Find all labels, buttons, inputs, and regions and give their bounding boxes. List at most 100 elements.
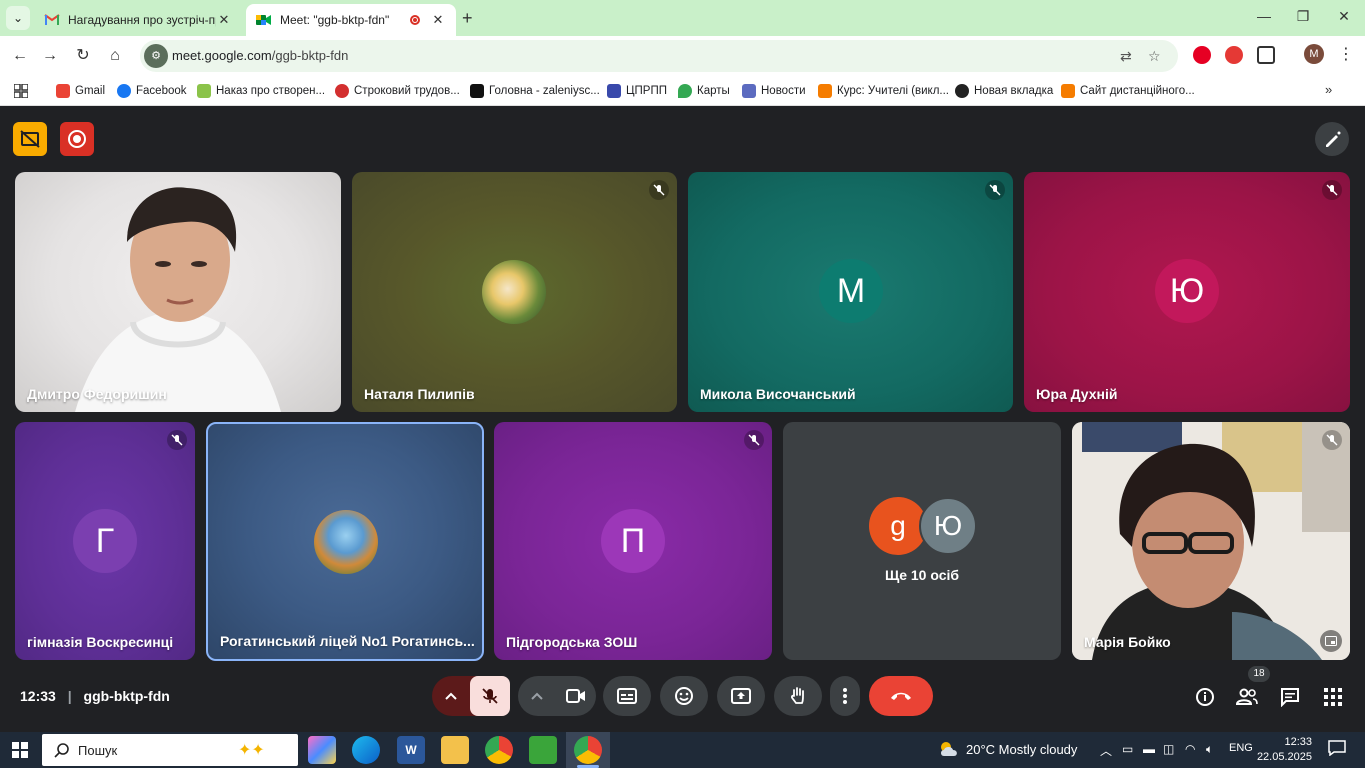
people-button[interactable]	[1236, 686, 1258, 708]
captions-button[interactable]	[603, 676, 651, 716]
chat-button[interactable]	[1279, 686, 1301, 708]
back-icon[interactable]: ←	[10, 46, 30, 66]
mic-off-icon	[482, 688, 498, 704]
mic-off-icon	[985, 180, 1005, 200]
weather-widget[interactable]: 20°C Mostly cloudy	[938, 740, 1077, 758]
participant-tile-gymnasium[interactable]: Г гімназія Воскресинці	[15, 422, 195, 660]
bookmark-maps[interactable]: Карты	[678, 82, 730, 100]
address-bar[interactable]: ⚙ meet.google.com/ggb-bktp-fdn ⇄ ☆	[140, 40, 1178, 72]
doc-icon	[197, 84, 211, 98]
people-icon	[1236, 688, 1258, 705]
site-info-icon[interactable]: ⚙	[144, 44, 168, 68]
taskbar-search[interactable]: Пошук ✦✦	[42, 734, 298, 766]
more-bookmarks-icon[interactable]: »	[1325, 82, 1332, 97]
battery-icon[interactable]: ▬	[1143, 742, 1155, 756]
volume-icon[interactable]: 🔈︎	[1206, 742, 1213, 757]
facebook-icon	[117, 84, 131, 98]
tab-title: Meet: "ggb-bktp-fdn"	[280, 13, 390, 27]
extensions-icon[interactable]	[1257, 46, 1275, 64]
participant-tile-mykola[interactable]: M Микола Височанський	[688, 172, 1013, 412]
adblock-extension-icon[interactable]	[1225, 46, 1243, 64]
mic-group	[432, 676, 510, 716]
recording-button[interactable]	[60, 122, 94, 156]
tab-search-icon[interactable]: ⌄	[6, 6, 30, 30]
home-icon[interactable]: ⌂	[105, 46, 125, 66]
participant-photo	[482, 260, 546, 324]
mic-options-icon[interactable]	[432, 676, 470, 716]
tab-reminder[interactable]: Нагадування про зустріч-пре ✕	[34, 4, 242, 36]
activities-button[interactable]	[1322, 686, 1344, 708]
windows-start-icon[interactable]	[12, 742, 28, 758]
bookmark-news[interactable]: Новости	[742, 82, 806, 100]
chrome-profile-icon[interactable]	[574, 736, 602, 764]
translate-icon[interactable]: ⇄	[1120, 48, 1132, 65]
notifications-icon[interactable]	[1328, 740, 1346, 759]
word-icon[interactable]: W	[397, 736, 425, 764]
browser-menu-icon[interactable]: ⋮	[1338, 44, 1354, 64]
camera-tray-icon[interactable]: ◫	[1163, 742, 1174, 756]
bookmark-cprpp[interactable]: ЦПРПП	[607, 82, 667, 100]
participant-tile-pidhorodska[interactable]: П Підгородська ЗОШ	[494, 422, 772, 660]
chrome-icon[interactable]	[485, 736, 513, 764]
participant-tile-mariia[interactable]: Марія Бойко	[1072, 422, 1350, 660]
tray-app-icon[interactable]: ▭	[1122, 742, 1133, 756]
language-indicator[interactable]: ENG	[1229, 742, 1253, 754]
forward-icon[interactable]: →	[40, 46, 60, 66]
bookmark-star-icon[interactable]: ☆	[1148, 48, 1161, 65]
copilot-icon[interactable]	[308, 736, 336, 764]
reactions-button[interactable]	[660, 676, 708, 716]
pinterest-extension-icon[interactable]	[1193, 46, 1211, 64]
apps-icon[interactable]	[14, 82, 28, 100]
bookmark-gmail[interactable]: Gmail	[56, 82, 105, 100]
tab-meet[interactable]: Meet: "ggb-bktp-fdn" ✕	[246, 4, 456, 36]
tray-chevron-icon[interactable]: ︿	[1100, 742, 1112, 759]
raise-hand-button[interactable]	[774, 676, 822, 716]
bookmark-distance[interactable]: Сайт дистанційного...	[1061, 82, 1195, 100]
bookmark-home[interactable]: Головна - zaleniysc...	[470, 82, 600, 100]
participant-video	[1072, 422, 1350, 660]
site-j-icon	[470, 84, 484, 98]
maximize-icon[interactable]: ❐	[1293, 8, 1313, 25]
meeting-details-button[interactable]	[1194, 686, 1216, 708]
edge-icon[interactable]	[352, 736, 380, 764]
new-tab-icon[interactable]: +	[462, 8, 473, 29]
gmail-icon	[56, 84, 70, 98]
profile-avatar[interactable]: M	[1304, 44, 1324, 64]
gmail-icon	[44, 12, 60, 28]
end-call-icon	[891, 692, 911, 700]
pip-icon[interactable]	[1320, 630, 1342, 652]
close-tab-icon[interactable]: ✕	[216, 12, 232, 28]
clock[interactable]: 12:33 22.05.2025	[1256, 735, 1312, 765]
green-app-icon[interactable]	[529, 736, 557, 764]
participant-tile-natalia[interactable]: Наталя Пилипів	[352, 172, 677, 412]
camera-options-icon[interactable]	[518, 676, 556, 716]
more-options-button[interactable]	[830, 676, 860, 716]
close-window-icon[interactable]: ✕	[1334, 8, 1354, 25]
reload-icon[interactable]: ↻	[73, 46, 93, 66]
close-tab-icon[interactable]: ✕	[430, 12, 446, 28]
participant-tile-dmytro[interactable]: Дмитро Федоришин	[15, 172, 341, 412]
others-tile[interactable]: g Ю Ще 10 осіб	[783, 422, 1061, 660]
file-explorer-icon[interactable]	[441, 736, 469, 764]
url-text[interactable]: meet.google.com/ggb-bktp-fdn	[172, 48, 348, 63]
others-count: Ще 10 осіб	[884, 567, 960, 583]
participant-tile-yura[interactable]: Ю Юра Духній	[1024, 172, 1350, 412]
meet-area: Дмитро Федоришин Наталя Пилипів M Микола…	[0, 106, 1365, 732]
bookmark-order[interactable]: Наказ про створен...	[197, 82, 325, 100]
news-icon	[742, 84, 756, 98]
present-button[interactable]	[717, 676, 765, 716]
leave-call-button[interactable]	[869, 676, 933, 716]
minimize-icon[interactable]: —	[1254, 8, 1274, 24]
bookmark-course[interactable]: Курс: Учителі (викл...	[818, 82, 949, 100]
camera-toggle-button[interactable]	[556, 676, 596, 716]
captions-host-button[interactable]	[13, 122, 47, 156]
maps-icon	[678, 84, 692, 98]
bookmark-facebook[interactable]: Facebook	[117, 82, 187, 100]
edit-layout-icon[interactable]	[1315, 122, 1349, 156]
bookmark-contract[interactable]: Строковий трудов...	[335, 82, 460, 100]
wifi-icon[interactable]: ◠	[1185, 742, 1195, 756]
bookmark-newtab[interactable]: Новая вкладка	[955, 82, 1053, 100]
url-domain: meet.google.com	[172, 48, 272, 63]
participant-tile-rohatyn-lyceum[interactable]: Рогатинський ліцей No1 Рогатинсь...	[206, 422, 484, 661]
mic-toggle-button[interactable]	[470, 676, 510, 716]
